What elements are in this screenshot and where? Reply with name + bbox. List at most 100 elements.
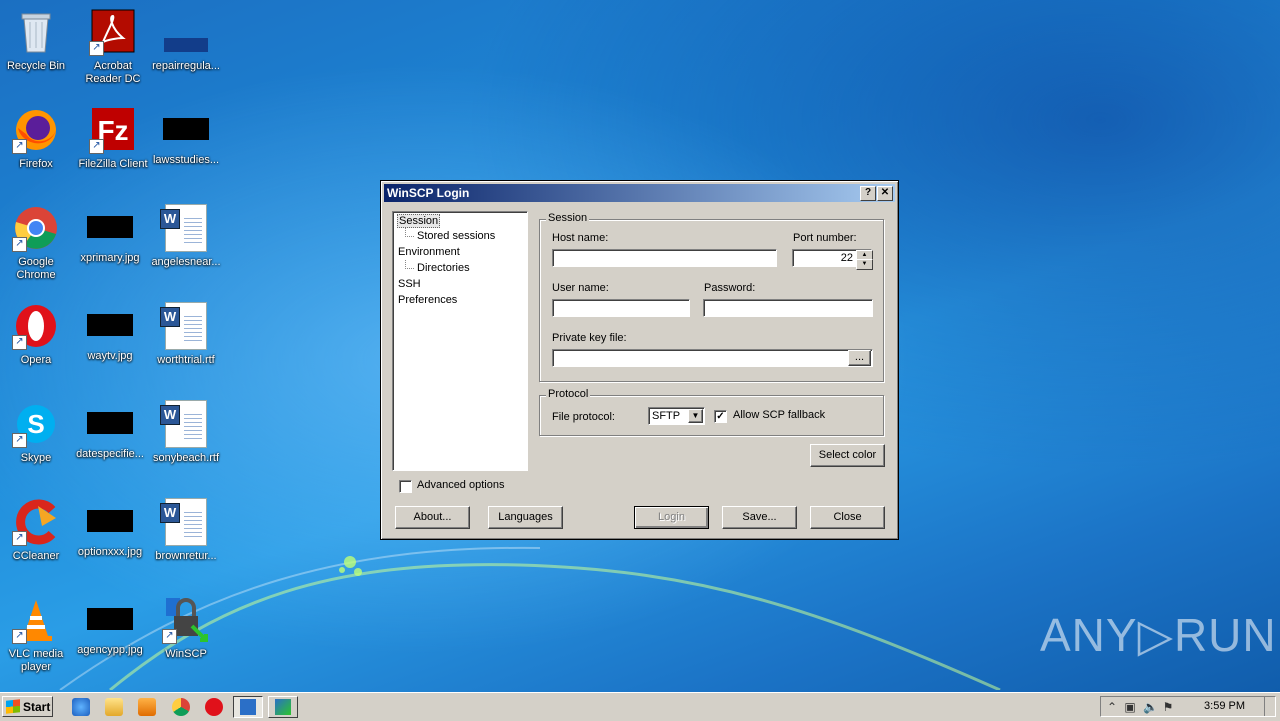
shortcut-arrow-icon: ↗ (89, 41, 104, 56)
tree-connector (405, 228, 414, 237)
desktop-icon-winscp[interactable]: ↗ WinSCP (147, 596, 225, 661)
show-hidden-icons-icon[interactable]: ⌃ (1105, 700, 1119, 714)
desktop-icon-filezilla[interactable]: Fz ↗ FileZilla Client (74, 106, 152, 171)
winscp-lock-icon: ↗ (162, 596, 210, 644)
scp-fallback-checkbox[interactable]: ✓ (714, 410, 727, 423)
ccleaner-icon: ↗ (12, 498, 60, 546)
internet-explorer-icon[interactable] (72, 698, 90, 716)
action-center-flag-icon[interactable]: ⚑ (1161, 700, 1175, 714)
windows-flag-icon (6, 699, 20, 714)
close-button[interactable]: Close (810, 506, 885, 529)
desktop-icon-recycle-bin[interactable]: Recycle Bin (0, 8, 75, 73)
select-color-button[interactable]: Select color (810, 444, 885, 467)
volume-icon[interactable]: 🔈 (1143, 700, 1158, 714)
shortcut-arrow-icon: ↗ (12, 139, 27, 154)
desktop-icon-vlc[interactable]: ↗ VLC media player (0, 596, 75, 674)
start-button[interactable]: Start (2, 696, 53, 717)
shortcut-arrow-icon: ↗ (12, 237, 27, 252)
desktop-icon-chrome[interactable]: ↗ Google Chrome (0, 204, 75, 282)
chevron-down-icon[interactable]: ▼ (688, 409, 703, 423)
folder-icon[interactable] (105, 698, 123, 716)
word-document-icon: W (160, 302, 207, 350)
winscp-taskbar-icon (240, 699, 256, 715)
login-button[interactable]: Login (634, 506, 709, 529)
clock[interactable]: 3:59 PM (1204, 700, 1245, 712)
dialog-titlebar[interactable]: WinSCP Login ? ✕ (384, 184, 895, 202)
show-desktop-button[interactable] (1264, 697, 1275, 716)
file-protocol-value: SFTP (652, 410, 681, 422)
private-key-input[interactable] (552, 349, 873, 367)
desktop-icon-ccleaner[interactable]: ↗ CCleaner (0, 498, 75, 563)
taskbar: Start ⌃ ▣ 🔈 ⚑ 3:59 PM (0, 692, 1280, 721)
port-number-label: Port number: (793, 232, 857, 244)
tree-connector (405, 260, 414, 269)
dialog-title: WinSCP Login (387, 186, 470, 200)
chrome-icon: ↗ (12, 204, 60, 252)
tree-item-preferences[interactable]: Preferences (398, 294, 457, 306)
desktop-icon-waytv[interactable]: waytv.jpg (71, 302, 149, 363)
advanced-options-checkbox[interactable] (399, 480, 412, 493)
image-thumbnail-icon (87, 314, 133, 336)
user-name-input[interactable] (552, 299, 690, 317)
about-button[interactable]: About... (395, 506, 470, 529)
filezilla-icon: Fz ↗ (89, 106, 137, 154)
desktop-icon-firefox[interactable]: ↗ Firefox (0, 106, 75, 171)
network-icon[interactable]: ▣ (1123, 700, 1137, 714)
close-window-button[interactable]: ✕ (877, 186, 893, 201)
desktop-icon-agencypp[interactable]: agencypp.jpg (71, 596, 149, 657)
taskbar-item-app[interactable] (268, 696, 298, 718)
file-protocol-label: File protocol: (552, 411, 615, 423)
port-down-arrow-icon[interactable]: ▼ (856, 259, 873, 270)
scp-fallback-label: Allow SCP fallback (733, 409, 826, 421)
navigation-tree: Session Stored sessions Environment Dire… (392, 211, 528, 471)
opera-icon: ↗ (12, 302, 60, 350)
password-input[interactable] (703, 299, 873, 317)
browse-key-button[interactable]: ... (848, 350, 871, 366)
desktop-icon-brownretur[interactable]: W brownretur... (147, 498, 225, 563)
user-name-label: User name: (552, 282, 609, 294)
tree-item-environment[interactable]: Environment (398, 246, 460, 258)
image-thumbnail-icon (87, 412, 133, 434)
desktop-icon-skype[interactable]: S ↗ Skype (0, 400, 75, 465)
shortcut-arrow-icon: ↗ (12, 335, 27, 350)
tree-item-directories[interactable]: Directories (417, 262, 470, 274)
save-button[interactable]: Save... (722, 506, 797, 529)
host-name-label: Host name: (552, 232, 609, 244)
desktop-icon-angelesnear[interactable]: W angelesnear... (147, 204, 225, 269)
desktop-icon-lawsstudies[interactable]: lawsstudies... (147, 106, 225, 167)
shortcut-arrow-icon: ↗ (162, 629, 177, 644)
start-label: Start (23, 700, 51, 714)
media-player-icon[interactable] (138, 698, 156, 716)
help-button[interactable]: ? (860, 186, 876, 201)
desktop-icon-datespecifie[interactable]: datespecifie... (71, 400, 149, 461)
private-key-label: Private key file: (552, 332, 627, 344)
winscp-login-dialog: WinSCP Login ? ✕ Session Stored sessions… (380, 180, 899, 540)
firefox-icon: ↗ (12, 106, 60, 154)
system-tray: ⌃ ▣ 🔈 ⚑ 3:59 PM (1100, 696, 1276, 717)
tree-item-ssh[interactable]: SSH (398, 278, 421, 290)
desktop-icon-opera[interactable]: ↗ Opera (0, 302, 75, 367)
desktop-icon-repairregula[interactable]: repairregula... (147, 8, 225, 73)
tree-item-session[interactable]: Session (397, 214, 441, 228)
host-name-input[interactable] (552, 249, 777, 267)
word-document-icon: W (160, 498, 207, 546)
file-protocol-select[interactable]: SFTP ▼ (648, 407, 705, 425)
shortcut-arrow-icon: ↗ (12, 433, 27, 448)
protocol-group-title: Protocol (546, 388, 591, 400)
desktop-icon-xprimary[interactable]: xprimary.jpg (71, 204, 149, 265)
desktop-icon-sonybeach[interactable]: W sonybeach.rtf (147, 400, 225, 465)
opera-taskbar-icon[interactable] (205, 698, 223, 716)
desktop-icon-optionxxx[interactable]: optionxxx.jpg (71, 498, 149, 559)
recycle-bin-icon (12, 8, 60, 56)
advanced-options-label: Advanced options (417, 479, 505, 491)
app-taskbar-icon (275, 699, 291, 715)
shortcut-arrow-icon: ↗ (89, 139, 104, 154)
desktop-icon-worthtrial[interactable]: W worthtrial.rtf (147, 302, 225, 367)
chrome-taskbar-icon[interactable] (172, 698, 190, 716)
desktop-icon-acrobat[interactable]: ↗ Acrobat Reader DC (74, 8, 152, 86)
tree-item-stored-sessions[interactable]: Stored sessions (417, 230, 495, 242)
languages-button[interactable]: Languages (488, 506, 563, 529)
password-label: Password: (704, 282, 756, 294)
taskbar-item-winscp-active[interactable] (233, 696, 263, 718)
image-thumbnail-icon (163, 118, 209, 140)
